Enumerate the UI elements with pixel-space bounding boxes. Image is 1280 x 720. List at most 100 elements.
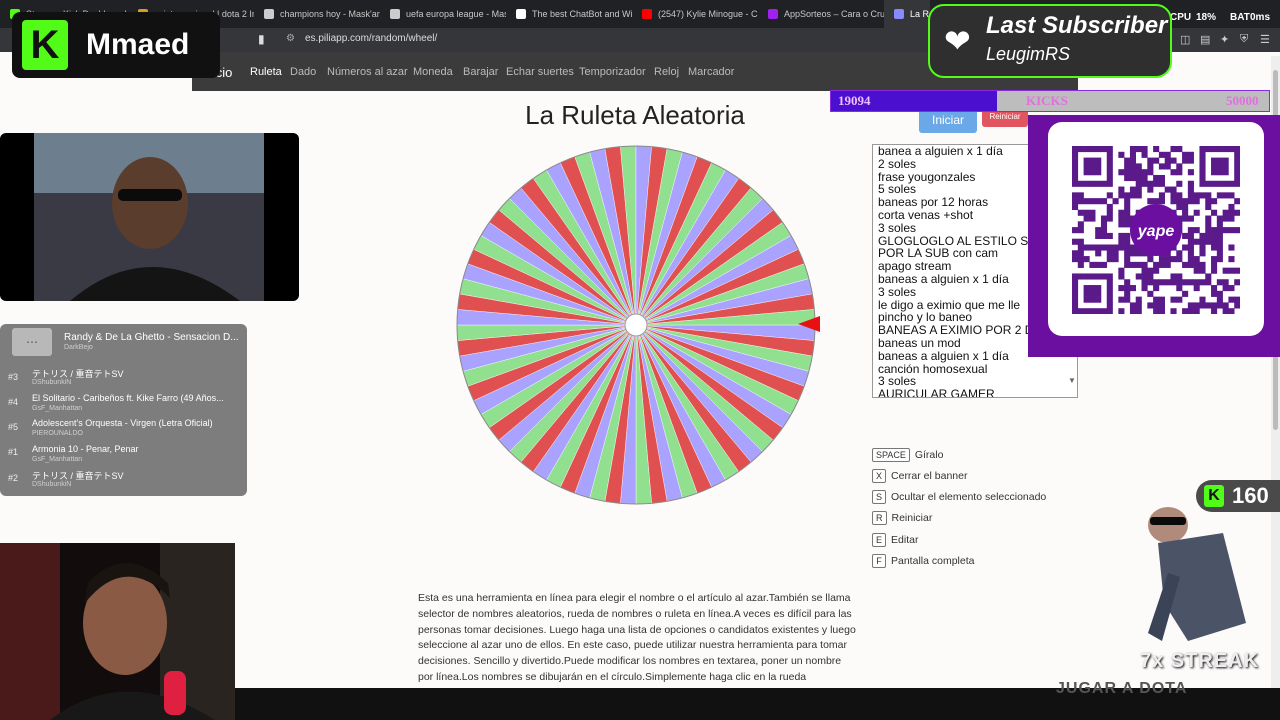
qr-module [1228,244,1235,251]
qr-module [1211,267,1218,274]
extensions-icon[interactable]: ✦ [1220,33,1229,46]
qr-module [1095,227,1102,234]
wheel-center-hub[interactable] [624,313,648,337]
qr-module [1147,290,1154,297]
qr-module [1077,308,1084,314]
qr-module [1147,163,1154,170]
qr-module [1095,180,1102,187]
qr-module [1141,146,1148,153]
qr-module [1216,157,1223,164]
qr-module [1216,227,1223,234]
sidebar-icon[interactable]: ◫ [1180,33,1190,46]
qr-module [1095,296,1102,303]
wallet-icon[interactable]: ▤ [1200,33,1210,46]
qr-module [1129,302,1137,309]
qr-module [1211,238,1218,245]
browser-tab[interactable]: uefa europa league - Mask [380,0,506,28]
qr-module [1129,186,1137,193]
qr-module [1129,250,1137,257]
qr-module [1106,157,1113,164]
nav-item-dado[interactable]: Dado [290,66,316,78]
qr-module [1089,163,1096,170]
qr-module [1164,256,1171,263]
qr-module [1170,192,1177,199]
qr-module [1234,296,1240,303]
qr-module [1100,198,1108,205]
qr-module [1222,227,1229,234]
nav-item-ruleta[interactable]: Ruleta [250,66,282,78]
qr-module [1135,296,1142,303]
url-text[interactable]: es.piliapp.com/random/wheel/ [305,33,437,44]
browser-tab[interactable]: (2547) Kylie Minogue - Ca [632,0,758,28]
tab-favicon-icon [642,9,652,19]
cpu-value: 18% [1196,12,1217,23]
qr-module [1072,256,1079,263]
heart-icon: ❤ [944,23,971,59]
queue-number: #4 [8,397,19,407]
nav-item-reloj[interactable]: Reloj [654,66,679,78]
shield-icon[interactable]: ⛨ [1240,33,1248,46]
qr-module [1205,273,1212,280]
browser-tab[interactable]: champions hoy - Mask'ana [254,0,380,28]
kick-logo-icon: K [22,20,68,70]
menu-icon[interactable]: ☰ [1260,33,1270,46]
qr-module [1176,192,1183,199]
qr-module [1095,232,1102,239]
qr-module [1106,279,1113,286]
qr-module [1106,163,1113,170]
site-info-icon[interactable]: ⚙ [286,33,295,44]
channel-name: Mmaed [86,28,190,61]
qr-module [1234,198,1240,205]
tab-favicon-icon [390,9,400,19]
qr-module [1112,250,1119,257]
browser-tab[interactable]: La R [884,0,930,28]
browser-tab[interactable]: The best ChatBot and Wid [506,0,632,28]
qr-module [1072,192,1079,199]
qr-module [1216,290,1223,297]
qr-module [1211,290,1218,297]
nav-item-echar-suertes[interactable]: Echar suertes [506,66,574,78]
browser-tab[interactable]: AppSorteos – Cara o Cruz [758,0,884,28]
qr-module [1077,244,1084,251]
nav-item-numeros[interactable]: Números al azar [327,66,408,78]
qr-module [1141,261,1148,268]
streak-label: 7x STREAK [1140,650,1260,672]
textarea-scroll-down-icon[interactable]: ▼ [1068,376,1076,385]
qr-module [1147,186,1154,193]
qr-module [1089,308,1096,314]
nav-item-moneda[interactable]: Moneda [413,66,453,78]
wheel-graphic[interactable] [455,144,817,506]
nav-item-barajar[interactable]: Barajar [463,66,498,78]
shortcut-f: F Pantalla completa [872,554,974,568]
qr-module [1089,261,1096,268]
qr-module [1118,296,1125,303]
qr-module [1153,285,1160,292]
qr-module [1234,174,1240,182]
qr-module [1193,198,1200,205]
qr-module [1164,261,1171,268]
qr-module [1216,302,1223,309]
qr-module [1129,174,1137,182]
qr-module [1072,180,1079,187]
qr-module [1083,296,1090,303]
qr-module [1135,180,1142,187]
spin-wheel[interactable] [455,144,817,506]
qr-module [1124,244,1131,251]
qr-module [1135,146,1142,153]
qr-module [1216,256,1223,263]
qr-module [1124,198,1131,205]
qr-module [1118,151,1125,158]
bookmark-icon[interactable]: ▮ [258,32,265,46]
nav-item-temporizador[interactable]: Temporizador [579,66,646,78]
qr-module [1072,227,1079,234]
qr-module [1124,174,1131,182]
qr-module [1106,232,1113,239]
video-overlay-top [0,133,299,301]
qr-module [1135,163,1142,170]
qr-module [1106,180,1113,187]
qr-module [1147,267,1154,274]
qr-module [1089,157,1096,164]
qr-module [1095,273,1102,280]
nav-item-marcador[interactable]: Marcador [688,66,734,78]
qr-module [1124,290,1131,297]
